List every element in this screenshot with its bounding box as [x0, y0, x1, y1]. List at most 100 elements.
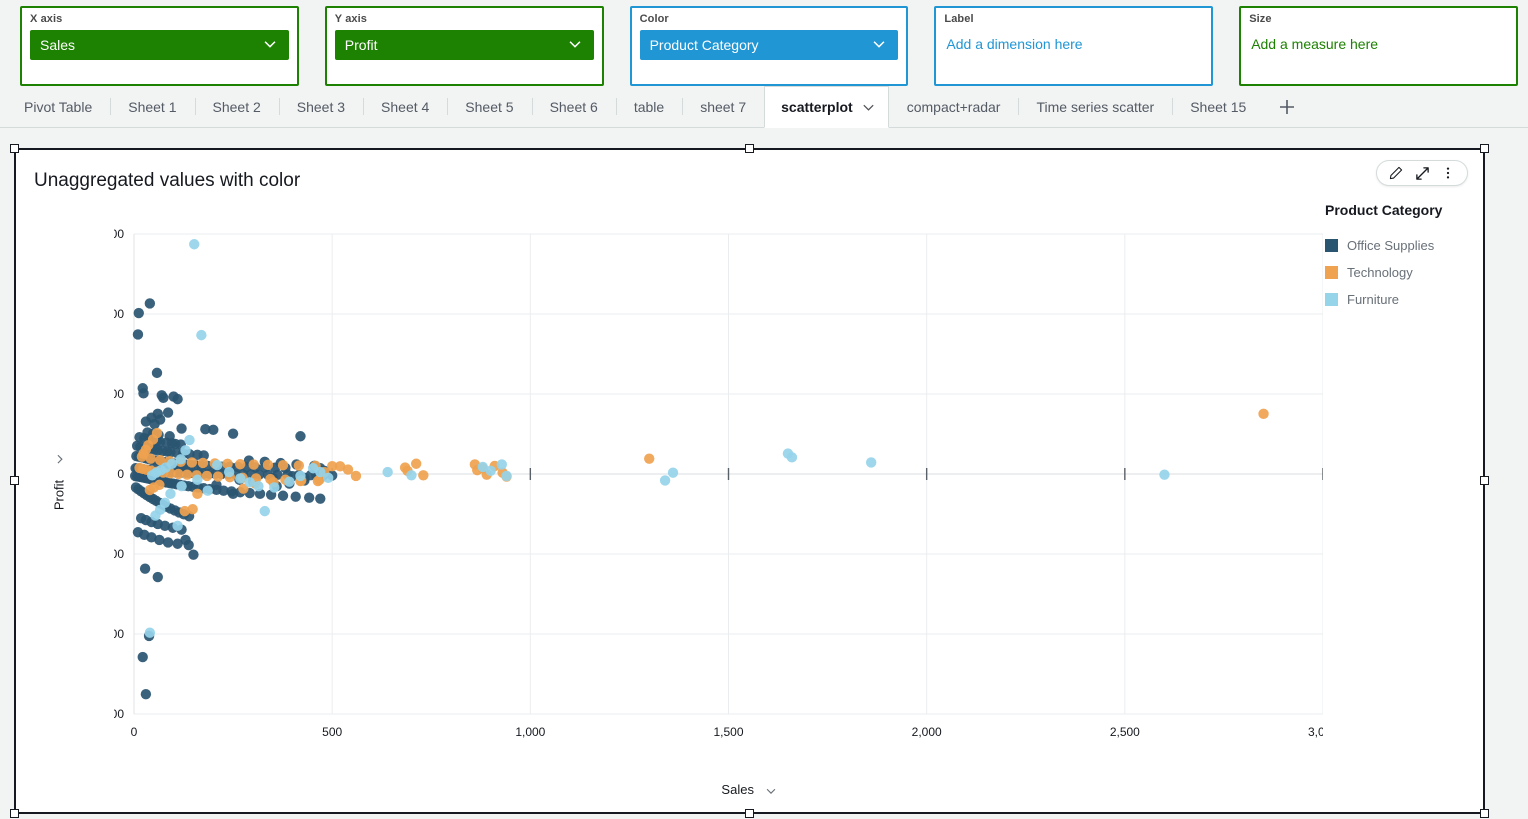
data-point[interactable]: [138, 652, 148, 662]
data-point[interactable]: [278, 491, 288, 501]
data-point[interactable]: [153, 409, 163, 419]
data-point[interactable]: [787, 452, 797, 462]
data-point[interactable]: [668, 468, 678, 478]
data-point[interactable]: [295, 431, 305, 441]
data-point[interactable]: [406, 470, 416, 480]
data-point[interactable]: [145, 628, 155, 638]
sheet-tab-compact-radar[interactable]: compact+radar: [889, 86, 1019, 127]
data-point[interactable]: [203, 485, 213, 495]
chevron-down-icon[interactable]: [861, 100, 876, 115]
resize-handle-bottom-left[interactable]: [10, 809, 19, 818]
data-point[interactable]: [202, 471, 212, 481]
field-pill[interactable]: Sales: [30, 30, 289, 60]
data-point[interactable]: [248, 459, 258, 469]
chevron-down-icon[interactable]: [870, 35, 888, 56]
field-well-placeholder[interactable]: Add a measure here: [1249, 30, 1508, 52]
sheet-tab-scatterplot[interactable]: scatterplot: [764, 86, 889, 128]
data-point[interactable]: [291, 492, 301, 502]
legend-item[interactable]: Furniture: [1325, 292, 1475, 307]
sheet-tab-time-series-scatter[interactable]: Time series scatter: [1018, 86, 1172, 127]
x-axis-title[interactable]: Sales: [16, 782, 1483, 798]
field-well-color[interactable]: ColorProduct Category: [630, 6, 909, 86]
data-point[interactable]: [497, 459, 507, 469]
data-point[interactable]: [138, 388, 148, 398]
sheet-tab-sheet-15[interactable]: Sheet 15: [1172, 86, 1264, 127]
data-point[interactable]: [182, 469, 192, 479]
data-point[interactable]: [158, 393, 168, 403]
data-point[interactable]: [294, 460, 304, 470]
data-point[interactable]: [163, 537, 173, 547]
field-well-label[interactable]: LabelAdd a dimension here: [934, 6, 1213, 86]
data-point[interactable]: [172, 521, 182, 531]
data-point[interactable]: [228, 489, 238, 499]
y-axis-title[interactable]: Profit: [52, 452, 67, 510]
data-point[interactable]: [644, 453, 654, 463]
data-point[interactable]: [212, 460, 222, 470]
resize-handle-middle-right[interactable]: [1480, 476, 1489, 485]
data-point[interactable]: [208, 425, 218, 435]
field-well-y-axis[interactable]: Y axisProfit: [325, 6, 604, 86]
data-point[interactable]: [152, 368, 162, 378]
data-point[interactable]: [228, 428, 238, 438]
data-point[interactable]: [180, 506, 190, 516]
resize-handle-top-right[interactable]: [1480, 144, 1489, 153]
data-point[interactable]: [295, 471, 305, 481]
data-point[interactable]: [188, 549, 198, 559]
data-point[interactable]: [176, 481, 186, 491]
scatter-plot-area[interactable]: 7,5005,0002,5000-2,500-5,000-7,50005001,…: [114, 224, 1323, 752]
data-point[interactable]: [134, 308, 144, 318]
data-point[interactable]: [192, 489, 202, 499]
field-pill[interactable]: Profit: [335, 30, 594, 60]
data-point[interactable]: [137, 452, 147, 462]
data-point[interactable]: [418, 470, 428, 480]
data-point[interactable]: [198, 458, 208, 468]
edit-pencil-icon[interactable]: [1385, 162, 1407, 184]
field-well-x-axis[interactable]: X axisSales: [20, 6, 299, 86]
sheet-tab-sheet-7[interactable]: sheet 7: [682, 86, 764, 127]
sheet-tab-sheet-1[interactable]: Sheet 1: [110, 86, 194, 127]
data-point[interactable]: [278, 460, 288, 470]
data-point[interactable]: [1258, 409, 1268, 419]
data-point[interactable]: [153, 572, 163, 582]
resize-handle-middle-left[interactable]: [10, 476, 19, 485]
data-point[interactable]: [263, 460, 273, 470]
sheet-tab-sheet-5[interactable]: Sheet 5: [447, 86, 531, 127]
data-point[interactable]: [323, 473, 333, 483]
add-sheet-button[interactable]: [1264, 86, 1310, 127]
data-point[interactable]: [1159, 469, 1169, 479]
data-point[interactable]: [382, 467, 392, 477]
data-point[interactable]: [253, 481, 263, 491]
data-point[interactable]: [165, 489, 175, 499]
chevron-down-icon[interactable]: [261, 35, 279, 56]
data-point[interactable]: [196, 330, 206, 340]
data-point[interactable]: [187, 457, 197, 467]
data-point[interactable]: [150, 510, 160, 520]
data-point[interactable]: [149, 419, 159, 429]
data-point[interactable]: [192, 475, 202, 485]
data-point[interactable]: [866, 457, 876, 467]
resize-handle-top-left[interactable]: [10, 144, 19, 153]
sheet-tab-sheet-3[interactable]: Sheet 3: [279, 86, 363, 127]
data-point[interactable]: [351, 471, 361, 481]
field-well-placeholder[interactable]: Add a dimension here: [944, 30, 1203, 52]
data-point[interactable]: [140, 564, 150, 574]
sheet-tab-sheet-6[interactable]: Sheet 6: [532, 86, 616, 127]
field-well-size[interactable]: SizeAdd a measure here: [1239, 6, 1518, 86]
resize-handle-bottom-center[interactable]: [745, 809, 754, 818]
data-point[interactable]: [660, 475, 670, 485]
resize-handle-top-center[interactable]: [745, 144, 754, 153]
data-point[interactable]: [411, 459, 421, 469]
data-point[interactable]: [235, 459, 245, 469]
chevron-down-icon[interactable]: [566, 35, 584, 56]
data-point[interactable]: [235, 473, 245, 483]
data-point[interactable]: [260, 506, 270, 516]
data-point[interactable]: [133, 329, 143, 339]
legend-item[interactable]: Office Supplies: [1325, 238, 1475, 253]
data-point[interactable]: [145, 485, 155, 495]
data-point[interactable]: [189, 239, 199, 249]
expand-arrows-icon[interactable]: [1411, 162, 1433, 184]
data-point[interactable]: [183, 540, 193, 550]
data-point[interactable]: [145, 453, 155, 463]
data-point[interactable]: [213, 471, 223, 481]
data-point[interactable]: [184, 435, 194, 445]
